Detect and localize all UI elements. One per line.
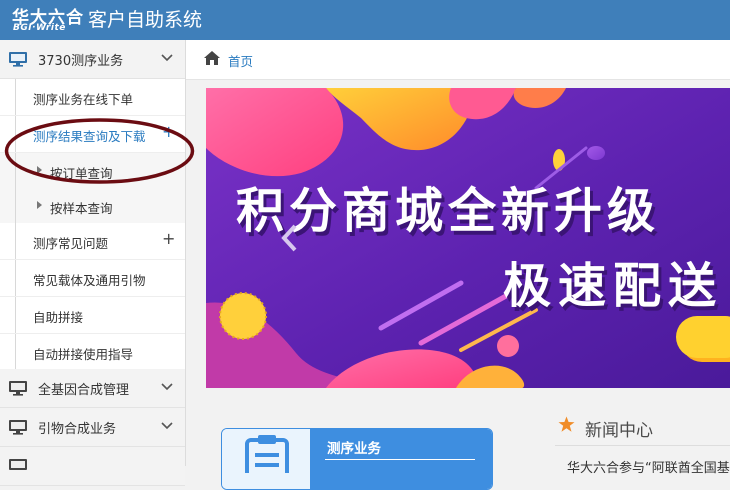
news-divider: [555, 445, 730, 446]
tree-line: [15, 260, 16, 296]
tree-line: [15, 223, 16, 259]
monitor-icon: [9, 52, 27, 67]
sidebar-item-results-query[interactable]: 测序结果查询及下载 +: [0, 116, 185, 153]
card-divider: [325, 459, 475, 460]
sidebar-group-label: 3730测序业务: [38, 54, 124, 69]
tree-line: [15, 334, 16, 370]
sidebar-subitem-by-order[interactable]: 按订单查询: [0, 153, 185, 190]
sidebar-group-partial[interactable]: [0, 447, 185, 486]
sidebar-item-self-assembly[interactable]: 自助拼接: [0, 297, 185, 334]
sidebar-group-label: 全基因合成管理: [38, 383, 130, 398]
breadcrumb: 首页: [186, 40, 730, 80]
caret-right-icon: [37, 201, 42, 209]
sidebar-item-label: 自助拼接: [33, 310, 84, 325]
home-icon[interactable]: [203, 50, 221, 66]
sidebar-group-gene-synthesis[interactable]: 全基因合成管理: [0, 369, 185, 408]
banner-subheadline: 极速配送: [503, 258, 724, 314]
card-info-panel: 测序业务: [310, 429, 492, 489]
top-header-bar: 华大六合 BGI·Write 客户自助系统: [0, 0, 730, 40]
expand-plus-icon[interactable]: +: [162, 229, 175, 248]
tree-line: [15, 153, 16, 189]
sidebar-item-label: 测序常见问题: [33, 236, 109, 251]
sidebar-subitem-by-sample[interactable]: 按样本查询: [0, 188, 185, 225]
sidebar-item-assembly-guide[interactable]: 自动拼接使用指导: [0, 334, 185, 371]
news-center-title: 新闻中心: [585, 421, 653, 441]
app-title: 客户自助系统: [88, 9, 203, 31]
brand-logo-english: BGI·Write: [13, 23, 66, 33]
monitor-icon: [9, 459, 27, 470]
sidebar-subitem-label: 按样本查询: [50, 201, 113, 216]
promo-banner[interactable]: 积分商城全新升级 极速配送: [206, 88, 730, 388]
tree-line: [15, 79, 16, 115]
news-item-link[interactable]: 华大六合参与“阿联酋全国基: [567, 457, 730, 476]
sidebar-group-label: 引物合成业务: [38, 422, 117, 437]
caret-right-icon: [37, 166, 42, 174]
sidebar-group-sequencing[interactable]: 3730测序业务: [0, 40, 185, 79]
sidebar: 3730测序业务 测序业务在线下单 测序结果查询及下载 + 按订单查询 按样本查…: [0, 40, 186, 486]
sidebar-item-vectors-primers[interactable]: 常见载体及通用引物: [0, 260, 185, 297]
sidebar-item-label: 自动拼接使用指导: [33, 347, 134, 362]
chevron-down-icon: [161, 422, 173, 430]
tree-line: [15, 116, 16, 152]
card-icon-panel: [222, 429, 310, 489]
monitor-icon: [9, 420, 27, 435]
sequencing-service-card[interactable]: 测序业务: [221, 428, 493, 490]
chevron-down-icon: [161, 54, 173, 62]
chevron-down-icon: [161, 383, 173, 391]
sidebar-item-label: 常见载体及通用引物: [33, 273, 146, 288]
tree-line: [15, 188, 16, 224]
sidebar-subitem-label: 按订单查询: [50, 166, 113, 181]
monitor-icon: [9, 381, 27, 396]
sidebar-item-label: 测序结果查询及下载: [33, 129, 146, 144]
sidebar-group-primer-synthesis[interactable]: 引物合成业务: [0, 408, 185, 447]
card-title: 测序业务: [327, 441, 381, 457]
expand-plus-icon[interactable]: +: [162, 122, 175, 141]
sidebar-item-faq[interactable]: 测序常见问题 +: [0, 223, 185, 260]
clipboard-icon: [245, 435, 289, 473]
sidebar-item-label: 测序业务在线下单: [33, 92, 134, 107]
tree-line: [15, 297, 16, 333]
news-center: 新闻中心 华大六合参与“阿联酋全国基: [555, 405, 730, 476]
chevron-left-icon[interactable]: [280, 223, 300, 253]
star-icon: [558, 416, 575, 432]
breadcrumb-home-link[interactable]: 首页: [228, 51, 253, 70]
sidebar-item-online-order[interactable]: 测序业务在线下单: [0, 79, 185, 116]
